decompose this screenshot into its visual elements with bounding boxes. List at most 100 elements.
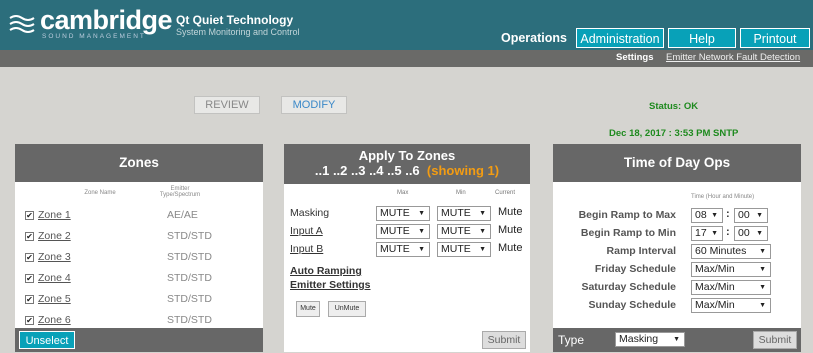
zone-5-checkbox[interactable]: ✔ — [25, 295, 34, 304]
dropdown-arrow-icon: ▼ — [673, 336, 680, 343]
dropdown-arrow-icon: ▼ — [759, 266, 766, 273]
saturday-schedule-value: Max/Min — [695, 281, 735, 293]
unselect-all-button[interactable]: Unselect All — [19, 331, 75, 349]
zone-row: ✔ Zone 6 STD/STD — [25, 313, 245, 329]
masking-max-value: MUTE — [380, 207, 410, 219]
zone-6-link[interactable]: Zone 6 — [38, 314, 71, 326]
zone-6-emitter: STD/STD — [167, 314, 212, 326]
zones-panel: Zones Zone Name Emitter Type/Spectrum ✔ … — [15, 144, 263, 352]
zone-row: ✔ Zone 3 STD/STD — [25, 250, 245, 266]
type-label: Type — [558, 333, 585, 347]
time-separator: : — [726, 226, 730, 238]
time-separator: : — [726, 208, 730, 220]
tab-administration[interactable]: Administration — [576, 28, 664, 48]
status-text: Status: OK — [649, 101, 699, 112]
dropdown-arrow-icon: ▼ — [756, 212, 763, 219]
masking-min-select[interactable]: MUTE ▼ — [437, 206, 491, 221]
product-info: Qt Quiet Technology System Monitoring an… — [176, 13, 300, 37]
app-header: cambridge SOUND MANAGEMENT Qt Quiet Tech… — [0, 0, 813, 50]
friday-schedule-select[interactable]: Max/Min ▼ — [691, 262, 771, 277]
input-a-link[interactable]: Input A — [290, 225, 323, 237]
dropdown-arrow-icon: ▼ — [418, 210, 425, 217]
current-column-header: Current — [495, 190, 516, 196]
settings-link[interactable]: Settings — [616, 52, 653, 63]
input-b-min-select[interactable]: MUTE ▼ — [437, 242, 491, 257]
masking-label: Masking — [290, 207, 330, 219]
type-select[interactable]: Masking ▼ — [615, 332, 685, 347]
auto-ramping-link[interactable]: Auto Ramping — [290, 265, 362, 277]
sunday-schedule-value: Max/Min — [695, 299, 735, 311]
begin-ramp-max-hour: 08 — [695, 209, 707, 221]
tab-printout[interactable]: Printout — [740, 28, 810, 48]
type-value: Masking — [619, 333, 659, 345]
tab-operations[interactable]: Operations — [495, 28, 573, 48]
begin-ramp-max-hour-select[interactable]: 08 ▼ — [691, 208, 723, 223]
zone-4-checkbox[interactable]: ✔ — [25, 274, 34, 283]
dropdown-arrow-icon: ▼ — [759, 302, 766, 309]
cambridge-logo: cambridge SOUND MANAGEMENT — [8, 6, 173, 40]
min-column-header: Min — [456, 190, 466, 196]
input-b-link[interactable]: Input B — [290, 243, 323, 255]
begin-ramp-max-minute: 00 — [738, 209, 750, 221]
zone-2-link[interactable]: Zone 2 — [38, 230, 71, 242]
zone-1-link[interactable]: Zone 1 — [38, 209, 71, 221]
time-of-day-panel: Time of Day Ops Time (Hour and Minute) B… — [553, 144, 801, 352]
zone-4-link[interactable]: Zone 4 — [38, 272, 71, 284]
dropdown-arrow-icon: ▼ — [759, 284, 766, 291]
emitter-settings-link[interactable]: Emitter Settings — [290, 279, 371, 291]
masking-max-select[interactable]: MUTE ▼ — [376, 206, 430, 221]
apply-showing-count: (showing 1) — [426, 163, 500, 178]
zone-5-emitter: STD/STD — [167, 293, 212, 305]
dropdown-arrow-icon: ▼ — [711, 230, 718, 237]
dropdown-arrow-icon: ▼ — [479, 210, 486, 217]
zone-6-checkbox[interactable]: ✔ — [25, 316, 34, 325]
ramp-interval-label: Ramp Interval — [606, 245, 676, 257]
friday-schedule-label: Friday Schedule — [594, 263, 676, 275]
zone-4-emitter: STD/STD — [167, 272, 212, 284]
zone-2-checkbox[interactable]: ✔ — [25, 232, 34, 241]
apply-title: Apply To Zones — [358, 148, 456, 163]
begin-ramp-min-minute: 00 — [738, 227, 750, 239]
ramp-interval-select[interactable]: 60 Minutes ▼ — [691, 244, 771, 259]
begin-ramp-min-label: Begin Ramp to Min — [580, 227, 676, 239]
zone-1-emitter: AE/AE — [167, 209, 198, 221]
product-title: Qt Quiet Technology — [176, 13, 294, 27]
zone-row: ✔ Zone 2 STD/STD — [25, 229, 245, 245]
tod-submit-button[interactable]: Submit — [753, 331, 797, 349]
input-b-min-value: MUTE — [441, 243, 471, 255]
tab-help[interactable]: Help — [668, 28, 736, 48]
zone-3-checkbox[interactable]: ✔ — [25, 253, 34, 262]
sound-waves-icon — [9, 15, 35, 33]
input-a-max-select[interactable]: MUTE ▼ — [376, 224, 430, 239]
saturday-schedule-label: Saturday Schedule — [581, 281, 676, 293]
zone-row: ✔ Zone 1 AE/AE — [25, 208, 245, 224]
dropdown-arrow-icon: ▼ — [756, 230, 763, 237]
emitter-type-header: Emitter Type/Spectrum — [159, 186, 201, 198]
zone-5-link[interactable]: Zone 5 — [38, 293, 71, 305]
apply-submit-button[interactable]: Submit — [482, 331, 526, 349]
modify-button[interactable]: MODIFY — [281, 96, 347, 114]
input-b-current: Mute — [498, 242, 523, 254]
sub-navigation: Settings Emitter Network Fault Detection — [0, 50, 813, 67]
begin-ramp-min-hour-select[interactable]: 17 ▼ — [691, 226, 723, 241]
zone-3-emitter: STD/STD — [167, 251, 212, 263]
saturday-schedule-select[interactable]: Max/Min ▼ — [691, 280, 771, 295]
status-datetime: Dec 18, 2017 : 3:53 PM SNTP — [609, 128, 739, 139]
zone-1-checkbox[interactable]: ✔ — [25, 211, 34, 220]
input-a-min-value: MUTE — [441, 225, 471, 237]
zone-row: ✔ Zone 5 STD/STD — [25, 292, 245, 308]
input-b-max-select[interactable]: MUTE ▼ — [376, 242, 430, 257]
unmute-button[interactable]: UnMute — [328, 301, 366, 317]
ramp-interval-value: 60 Minutes — [695, 245, 747, 257]
begin-ramp-min-minute-select[interactable]: 00 ▼ — [734, 226, 768, 241]
sunday-schedule-select[interactable]: Max/Min ▼ — [691, 298, 771, 313]
zone-3-link[interactable]: Zone 3 — [38, 251, 71, 263]
emitter-fault-detection-link[interactable]: Emitter Network Fault Detection — [666, 52, 800, 63]
input-a-min-select[interactable]: MUTE ▼ — [437, 224, 491, 239]
begin-ramp-max-minute-select[interactable]: 00 ▼ — [734, 208, 768, 223]
mute-button[interactable]: Mute — [296, 301, 320, 317]
time-column-header: Time (Hour and Minute) — [691, 194, 755, 200]
review-button[interactable]: REVIEW — [194, 96, 260, 114]
dropdown-arrow-icon: ▼ — [711, 212, 718, 219]
input-a-max-value: MUTE — [380, 225, 410, 237]
